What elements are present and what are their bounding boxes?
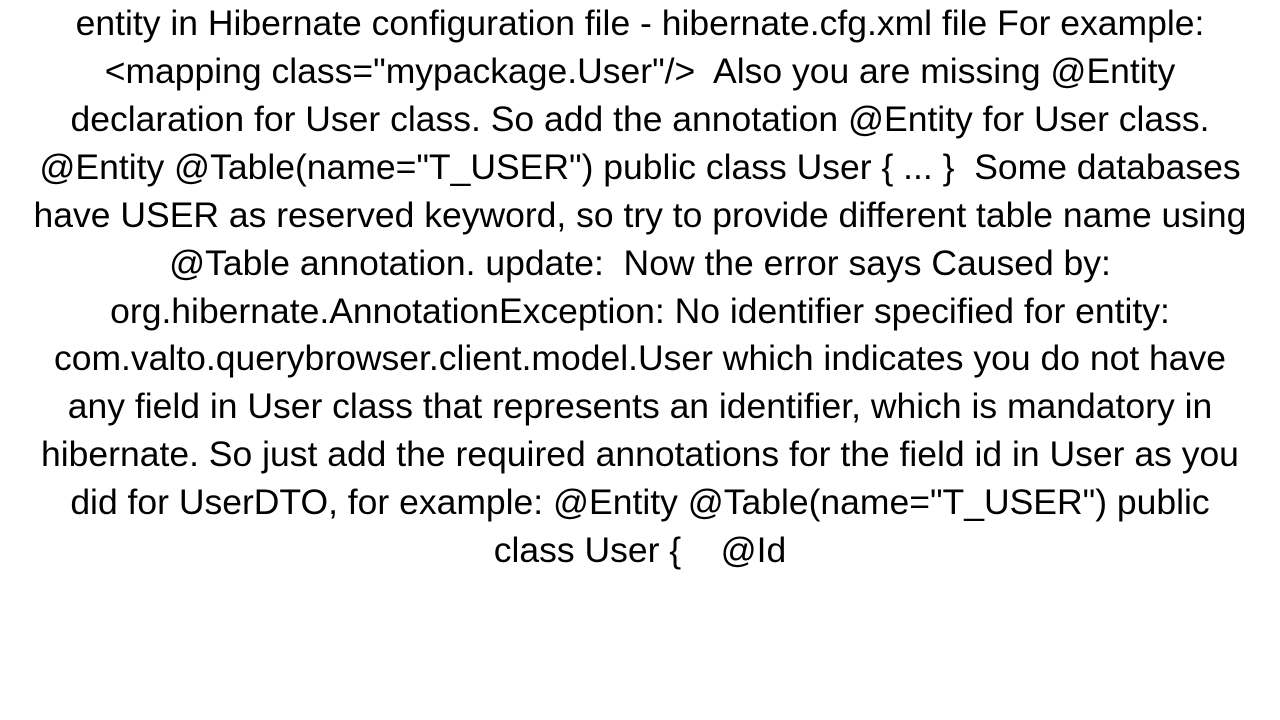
document-body: entity in Hibernate configuration file -… (0, 0, 1280, 720)
body-text: entity in Hibernate configuration file -… (30, 0, 1250, 575)
